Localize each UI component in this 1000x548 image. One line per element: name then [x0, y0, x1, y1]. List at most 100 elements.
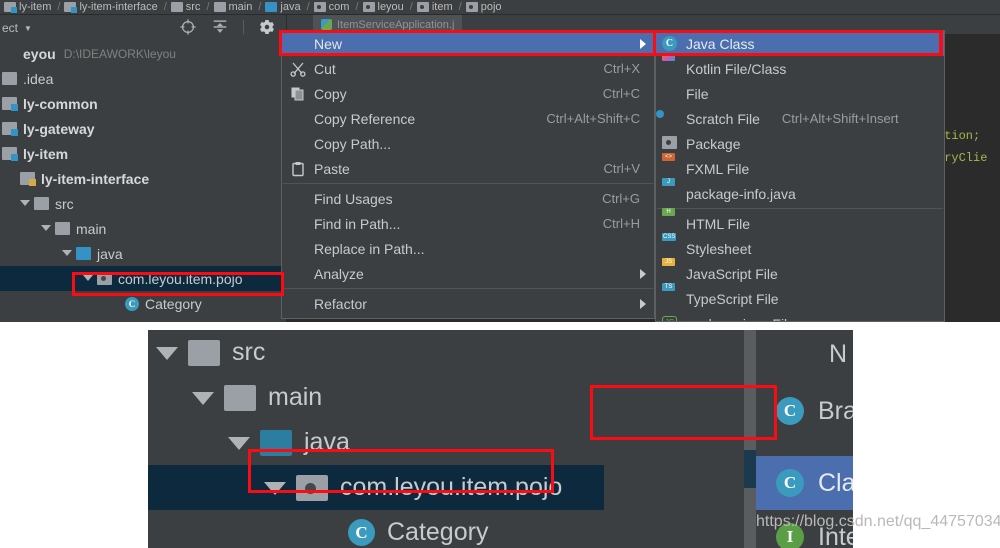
- tree-twisty-open[interactable]: [156, 341, 180, 365]
- java-class-icon: C: [776, 397, 804, 425]
- tree-twisty-open[interactable]: [62, 248, 73, 259]
- tree-row-leyou[interactable]: eyou D:\IDEAWORK\leyou: [0, 41, 286, 66]
- submenu-item-stylesheet[interactable]: CSS Stylesheet: [656, 232, 944, 261]
- zoom-submenu-item-brand[interactable]: C Brand: [756, 384, 853, 438]
- tree-row-label: ly-gateway: [23, 120, 95, 137]
- tree-twisty-open[interactable]: [41, 223, 52, 234]
- submenu-item-file[interactable]: File: [656, 81, 944, 106]
- breadcrumb-item-ly-item-interface[interactable]: ly-item-interface: [64, 1, 158, 13]
- submenu-item-shortcut: Ctrl+Alt+Shift+Insert: [781, 111, 899, 126]
- chevron-down-icon[interactable]: ▼: [24, 24, 32, 33]
- tree-twisty-open[interactable]: [192, 386, 216, 410]
- breadcrumb-label: ly-item-interface: [79, 1, 158, 13]
- zoom-tree-row-com-leyou-item-pojo[interactable]: com.leyou.item.pojo: [148, 465, 604, 510]
- tree-row-label: .idea: [23, 70, 54, 87]
- tree-twisty-open[interactable]: [20, 198, 31, 209]
- tree-twisty-open[interactable]: [83, 273, 94, 284]
- tree-twisty-open[interactable]: [264, 476, 288, 500]
- file-icon: [662, 86, 679, 102]
- java-class-icon: C: [662, 35, 679, 52]
- submenu-item-javascript-file[interactable]: JS JavaScript File: [656, 257, 944, 286]
- blank-icon: [290, 191, 306, 207]
- menu-item-copy-path[interactable]: Copy Path...: [282, 131, 654, 156]
- menu-item-find-in-path[interactable]: Find in Path... Ctrl+H: [282, 211, 654, 236]
- submenu-item-kotlin-file-class[interactable]: Kotlin File/Class: [656, 52, 944, 81]
- menu-item-replace-in-path[interactable]: Replace in Path...: [282, 236, 654, 261]
- project-tree[interactable]: eyou D:\IDEAWORK\leyou .idea ly-common l…: [0, 41, 286, 322]
- menu-item-cut[interactable]: Cut Ctrl+X: [282, 56, 654, 81]
- breadcrumb[interactable]: ly-item / ly-item-interface / src / main…: [0, 0, 1000, 15]
- project-toolbar: ect ▼: [0, 15, 286, 41]
- zoom-menu-gap: [756, 438, 853, 456]
- zoomed-project-tree[interactable]: src main java com.leyou.item.pojo C Cate…: [148, 330, 604, 548]
- menu-item-shortcut: Ctrl+V: [603, 161, 640, 176]
- breadcrumb-item-main[interactable]: main: [213, 1, 252, 13]
- submenu-item-package-info-java[interactable]: J package-info.java: [656, 177, 944, 206]
- breadcrumb-item-java[interactable]: java: [265, 1, 301, 13]
- folder-icon: [213, 2, 226, 12]
- scrollbar-thumb[interactable]: [744, 450, 756, 488]
- submenu-item-java-class[interactable]: C Java Class: [656, 31, 944, 56]
- tree-row-label: Category: [145, 295, 202, 312]
- menu-item-label: Copy Path...: [314, 135, 392, 152]
- menu-item-copy-reference[interactable]: Copy Reference Ctrl+Alt+Shift+C: [282, 106, 654, 131]
- zoom-tree-row-main[interactable]: main: [148, 375, 604, 420]
- tree-row-ly-item-interface[interactable]: ly-item-interface: [0, 166, 286, 191]
- menu-item-new[interactable]: New: [282, 31, 654, 56]
- menu-item-analyze[interactable]: Analyze: [282, 261, 654, 286]
- json-file-icon: JS: [662, 315, 679, 321]
- scrollbar-track[interactable]: [744, 330, 756, 548]
- menu-item-label: Paste: [314, 160, 350, 177]
- toolbar-divider: [243, 20, 244, 34]
- menu-item-find-usages[interactable]: Find Usages Ctrl+G: [282, 186, 654, 211]
- tree-row-ly-common[interactable]: ly-common: [0, 91, 286, 116]
- tree-row-label: main: [268, 383, 323, 411]
- breadcrumb-item-com[interactable]: com: [313, 1, 349, 13]
- tree-row-category[interactable]: C Category: [0, 291, 286, 316]
- menu-item-copy[interactable]: Copy Ctrl+C: [282, 81, 654, 106]
- collapse-all-icon[interactable]: [211, 18, 229, 36]
- package-icon: [662, 135, 679, 152]
- submenu-item-typescript-file[interactable]: TS TypeScript File: [656, 282, 944, 311]
- submenu-item-package-json-file[interactable]: JS package.json File: [656, 311, 944, 322]
- folder-icon: [34, 197, 49, 210]
- submenu-item-label: package.json File: [686, 316, 795, 322]
- breadcrumb-separator: /: [458, 1, 462, 13]
- tree-twisty-open[interactable]: [228, 431, 252, 455]
- tree-row-ly-item[interactable]: ly-item: [0, 141, 286, 166]
- zoom-tree-row-category[interactable]: C Category: [148, 510, 604, 548]
- tree-row-ly-gateway[interactable]: ly-gateway: [0, 116, 286, 141]
- tab-label: ItemServiceApplication.j: [337, 18, 455, 31]
- submenu-item-fxml-file[interactable]: <> FXML File: [656, 152, 944, 181]
- submenu-item-label: Brand: [818, 396, 853, 425]
- menu-item-paste[interactable]: Paste Ctrl+V: [282, 156, 654, 181]
- submenu-item-package[interactable]: Package: [656, 131, 944, 156]
- tree-row-src[interactable]: src: [0, 191, 286, 216]
- zoom-tree-row-src[interactable]: src: [148, 330, 604, 375]
- tree-twisty[interactable]: [6, 48, 17, 59]
- breadcrumb-item-pojo[interactable]: pojo: [465, 1, 502, 13]
- locate-target-icon[interactable]: [179, 18, 197, 36]
- blank-icon: [290, 241, 306, 257]
- breadcrumb-separator: /: [355, 1, 359, 13]
- tree-row-main[interactable]: main: [0, 216, 286, 241]
- breadcrumb-item-ly-item[interactable]: ly-item: [4, 1, 51, 13]
- zoom-submenu-item-class[interactable]: C Class: [756, 456, 853, 510]
- java-class-icon: C: [776, 469, 804, 497]
- gear-icon[interactable]: [258, 18, 276, 36]
- tree-row-java[interactable]: java: [0, 241, 286, 266]
- breadcrumb-separator: /: [409, 1, 413, 13]
- tree-row-label: ly-item-interface: [41, 170, 150, 187]
- tree-row-idea[interactable]: .idea: [0, 66, 286, 91]
- submenu-item-html-file[interactable]: H HTML File: [656, 207, 944, 236]
- breadcrumb-item-item[interactable]: item: [416, 1, 453, 13]
- project-panel-title[interactable]: ect: [2, 21, 18, 35]
- menu-item-refactor[interactable]: Refactor: [282, 291, 654, 316]
- breadcrumb-item-leyou[interactable]: leyou: [362, 1, 404, 13]
- breadcrumb-item-src[interactable]: src: [170, 1, 200, 13]
- tree-row-com-leyou-item-pojo[interactable]: com.leyou.item.pojo: [0, 266, 286, 291]
- context-menu[interactable]: New Cut Ctrl+X Copy Ctrl+C Copy Referenc…: [281, 30, 655, 319]
- zoom-tree-row-java[interactable]: java: [148, 420, 604, 465]
- new-submenu[interactable]: C Java Class Kotlin File/Class File Scra…: [655, 30, 945, 322]
- submenu-item-scratch-file[interactable]: Scratch File Ctrl+Alt+Shift+Insert: [656, 106, 944, 131]
